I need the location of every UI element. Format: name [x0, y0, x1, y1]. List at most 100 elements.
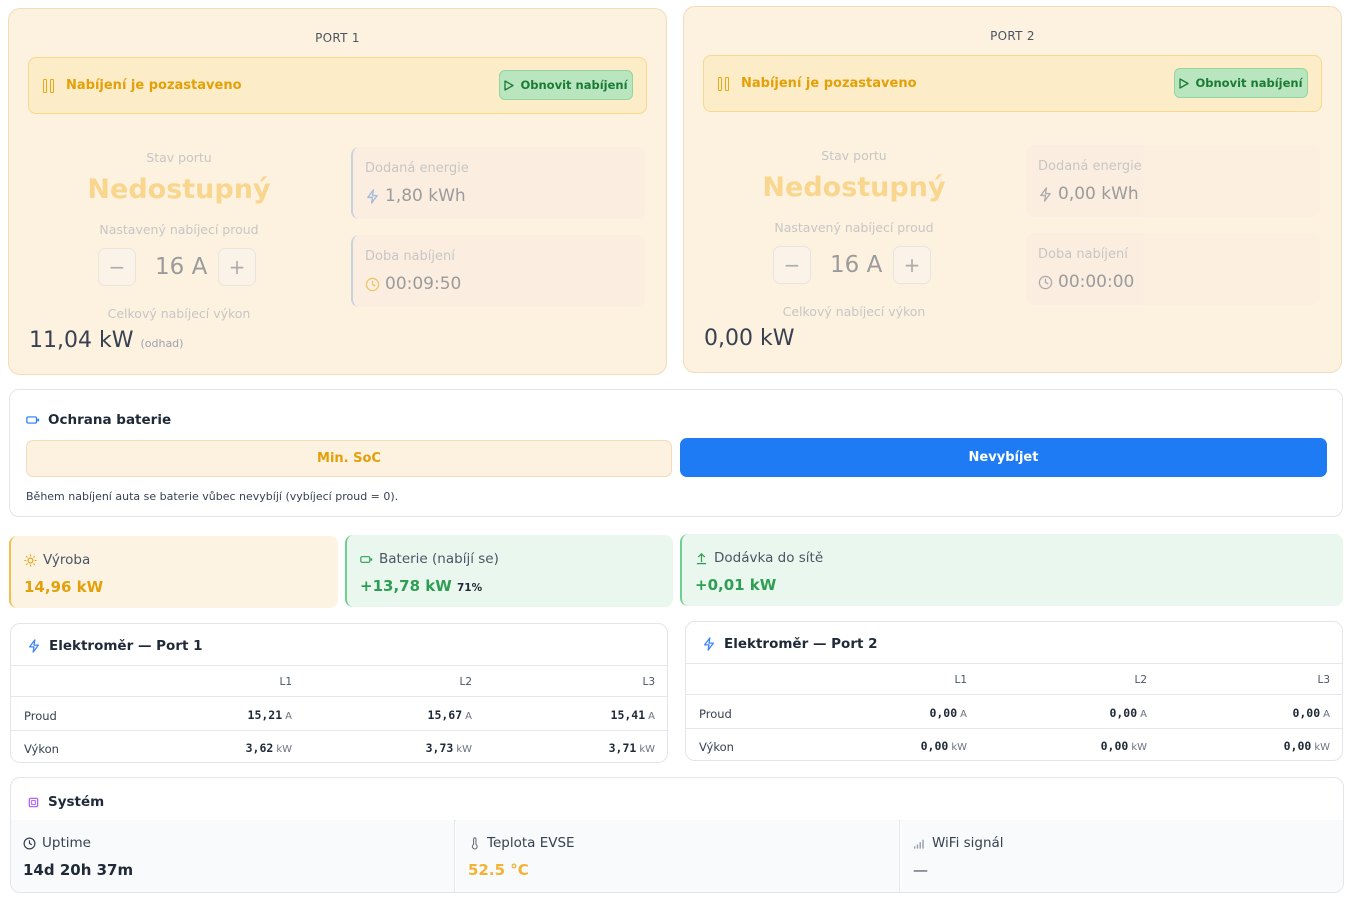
current-label: Nastavený nabíjecí proud — [99, 222, 259, 237]
wifi-section: WiFi signál — — [901, 820, 1343, 892]
column-header-l3: L3 — [642, 676, 655, 688]
power-l3: 3,71 kW — [608, 741, 655, 755]
thermometer-icon — [471, 836, 478, 849]
power-l1: 0,00 kW — [920, 739, 967, 753]
state-value: Nedostupný — [762, 172, 946, 203]
battery-protection-card: Ochrana baterie Min. SoC Nevybíjet Během… — [9, 389, 1343, 517]
charging-time-box: Doba nabíjení 00:09:50 — [351, 235, 645, 307]
meter-port-1: Elektroměr — Port 1 L1 L2 L3 Proud 15,21… — [10, 623, 668, 763]
current-value: 16 A — [830, 252, 883, 278]
power-label: Celkový nabíjecí výkon — [782, 304, 926, 319]
current-value: 16 A — [155, 254, 208, 280]
play-icon — [504, 79, 515, 91]
temperature-label: Teplota EVSE — [487, 835, 575, 851]
duration-label: Doba nabíjení — [365, 249, 455, 264]
delivered-energy-box: Dodaná energie 0,00 kWh — [1026, 145, 1320, 217]
temperature-section: Teplota EVSE 52.5 °C — [456, 820, 900, 892]
power-l3: 0,00 kW — [1283, 739, 1330, 753]
battery-stat: Baterie (nabíjí se) +13,78 kW 71% — [345, 535, 673, 607]
paused-message: Nabíjení je pozastaveno — [741, 76, 917, 91]
delivered-energy-box: Dodaná energie 1,80 kWh — [351, 147, 645, 219]
battery-icon — [26, 416, 40, 424]
charging-time-box: Doba nabíjení 00:00:00 — [1026, 233, 1320, 305]
decrease-current-button[interactable]: − — [773, 246, 811, 284]
temperature-value: 52.5 °C — [468, 861, 529, 879]
card-title: Ochrana baterie — [48, 412, 172, 428]
production-stat: Výroba 14,96 kW — [9, 536, 338, 608]
resume-label: Obnovit nabíjení — [1195, 76, 1303, 90]
increase-current-button[interactable]: + — [893, 246, 931, 284]
paused-banner: Nabíjení je pozastaveno Obnovit nabíjení — [28, 57, 647, 114]
production-value: 14,96 kW — [24, 578, 104, 596]
battery-value: +13,78 kW 71% — [360, 577, 482, 595]
power-number: 0,00 kW — [704, 326, 795, 351]
energy-label: Dodaná energie — [1038, 159, 1142, 174]
lightning-icon — [367, 188, 378, 204]
grid-value: +0,01 kW — [695, 576, 777, 594]
row-label-power: Výkon — [699, 740, 734, 754]
duration-value: 00:00:00 — [1058, 272, 1135, 292]
state-label: Stav portu — [821, 148, 887, 163]
play-icon — [1179, 77, 1190, 89]
arrow-up-icon — [696, 552, 707, 564]
wifi-value: — — [913, 861, 928, 879]
port-card-1: PORT 1 Nabíjení je pozastaveno Obnovit n… — [8, 8, 667, 375]
power-label: Celkový nabíjecí výkon — [107, 306, 251, 321]
grid-label: Dodávka do sítě — [714, 550, 824, 566]
paused-message: Nabíjení je pozastaveno — [66, 78, 242, 93]
column-header-l1: L1 — [279, 676, 292, 688]
port-card-2: PORT 2 Nabíjení je pozastaveno Obnovit n… — [683, 6, 1342, 373]
production-label: Výroba — [43, 552, 91, 568]
battery-label: Baterie (nabíjí se) — [379, 551, 499, 567]
column-header-l3: L3 — [1317, 674, 1330, 686]
power-number: 11,04 kW — [29, 328, 134, 353]
sun-icon — [24, 553, 37, 567]
port-title: PORT 1 — [315, 31, 360, 45]
lightning-icon — [29, 639, 39, 653]
grid-export-stat: Dodávka do sítě +0,01 kW — [680, 534, 1343, 606]
state-value: Nedostupný — [87, 174, 271, 205]
pause-icon — [718, 77, 730, 91]
protection-hint: Během nabíjení auta se baterie vůbec nev… — [26, 490, 399, 503]
decrease-current-button[interactable]: − — [98, 248, 136, 286]
uptime-value: 14d 20h 37m — [23, 861, 134, 879]
resume-charging-button[interactable]: Obnovit nabíjení — [499, 70, 633, 100]
power-note: (odhad) — [140, 337, 184, 350]
wifi-label: WiFi signál — [932, 835, 1004, 851]
uptime-section: Uptime 14d 20h 37m — [11, 820, 455, 892]
column-header-l2: L2 — [459, 676, 472, 688]
increase-current-button[interactable]: + — [218, 248, 256, 286]
resume-label: Obnovit nabíjení — [520, 78, 628, 92]
row-label-power: Výkon — [24, 742, 59, 756]
min-soc-option[interactable]: Min. SoC — [26, 440, 672, 477]
power-value: 0,00 kW — [704, 326, 794, 351]
meter-port-2: Elektroměr — Port 2 L1 L2 L3 Proud 0,00 A… — [685, 621, 1343, 761]
lightning-icon — [704, 637, 714, 651]
current-l3: 0,00 A — [1292, 706, 1330, 720]
no-discharge-option[interactable]: Nevybíjet — [680, 438, 1327, 477]
clock-icon — [365, 277, 380, 291]
power-l2: 0,00 kW — [1100, 739, 1147, 753]
cpu-icon — [28, 797, 39, 807]
uptime-label: Uptime — [42, 835, 91, 851]
duration-value: 00:09:50 — [385, 274, 462, 294]
clock-icon — [1038, 275, 1053, 289]
row-label-current: Proud — [699, 707, 732, 721]
current-l2: 15,67 A — [427, 708, 472, 722]
column-header-l2: L2 — [1134, 674, 1147, 686]
resume-charging-button[interactable]: Obnovit nabíjení — [1174, 68, 1308, 98]
row-label-current: Proud — [24, 709, 57, 723]
energy-value: 1,80 kWh — [385, 186, 466, 206]
power-l1: 3,62 kW — [245, 741, 292, 755]
system-card: Systém Uptime 14d 20h 37m Teplota EVSE 5… — [10, 777, 1344, 893]
paused-banner: Nabíjení je pozastaveno Obnovit nabíjení — [703, 55, 1322, 112]
lightning-icon — [1040, 186, 1051, 202]
current-l3: 15,41 A — [610, 708, 655, 722]
battery-power: +13,78 kW — [360, 577, 452, 595]
current-l2: 0,00 A — [1109, 706, 1147, 720]
meter-title: Elektroměr — Port 2 — [724, 636, 878, 652]
signal-icon — [913, 839, 924, 849]
port-title: PORT 2 — [990, 29, 1035, 43]
power-l2: 3,73 kW — [425, 741, 472, 755]
clock-icon — [23, 837, 36, 849]
